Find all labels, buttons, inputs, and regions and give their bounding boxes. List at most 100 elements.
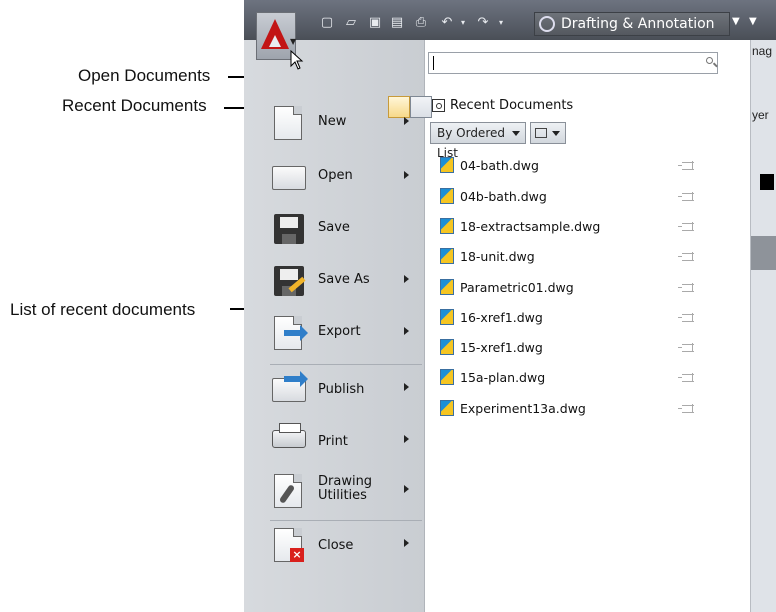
file-name: Parametric01.dwg bbox=[460, 280, 574, 295]
workspace-label: Drafting & Annotation bbox=[561, 16, 715, 32]
undo-dropdown-icon[interactable]: ▾ bbox=[456, 17, 470, 29]
callout-recent-documents: Recent Documents bbox=[62, 96, 207, 115]
callout-open-documents: Open Documents bbox=[78, 66, 211, 85]
redo-icon[interactable]: ↷ bbox=[476, 16, 490, 29]
menu-item-export[interactable]: Export bbox=[272, 314, 422, 360]
menu-item-label: Export bbox=[318, 324, 361, 339]
menu-item-label: Print bbox=[318, 434, 348, 449]
ribbon-tab-fragment: nag bbox=[752, 44, 773, 58]
file-name: 04-bath.dwg bbox=[460, 158, 539, 173]
recent-file-row[interactable]: Experiment13a.dwg bbox=[440, 399, 730, 423]
new-icon[interactable]: ▢ bbox=[320, 16, 334, 29]
dwg-file-icon bbox=[440, 188, 454, 204]
recent-documents-header: Recent Documents bbox=[450, 98, 574, 113]
open-folder-icon bbox=[272, 160, 306, 196]
recent-file-row[interactable]: 15-xref1.dwg bbox=[440, 338, 730, 362]
pin-icon[interactable] bbox=[678, 192, 694, 201]
print-icon[interactable]: ⎙ bbox=[414, 16, 428, 29]
save-as-icon[interactable]: ▤ bbox=[390, 16, 404, 29]
new-document-icon bbox=[272, 106, 306, 142]
pin-icon[interactable] bbox=[678, 343, 694, 352]
menu-item-publish[interactable]: Publish bbox=[272, 370, 422, 416]
menu-item-label: Drawing Utilities bbox=[318, 474, 373, 503]
submenu-arrow-icon bbox=[404, 435, 409, 443]
display-view-dropdown[interactable] bbox=[530, 122, 566, 144]
pin-icon[interactable] bbox=[678, 161, 694, 170]
menu-item-save[interactable]: Save bbox=[272, 210, 422, 256]
view-icon bbox=[535, 128, 547, 138]
file-name: 18-unit.dwg bbox=[460, 249, 535, 264]
dwg-file-icon bbox=[440, 157, 454, 173]
menu-item-print[interactable]: Print bbox=[272, 422, 422, 468]
menu-item-label: Close bbox=[318, 538, 354, 553]
printer-icon bbox=[272, 423, 306, 460]
recent-file-row[interactable]: 18-extractsample.dwg bbox=[440, 217, 730, 241]
customize-toolbar-icon[interactable]: ▼ bbox=[749, 16, 757, 27]
submenu-arrow-icon bbox=[404, 275, 409, 283]
logo-notch bbox=[269, 35, 281, 47]
recent-file-row[interactable]: 04-bath.dwg bbox=[440, 156, 730, 180]
recent-file-row[interactable]: 15a-plan.dwg bbox=[440, 368, 730, 392]
open-icon[interactable]: ▱ bbox=[344, 16, 358, 29]
dwg-file-icon bbox=[440, 339, 454, 355]
recent-file-row[interactable]: Parametric01.dwg bbox=[440, 278, 730, 302]
dwg-file-icon bbox=[440, 309, 454, 325]
dwg-file-icon bbox=[440, 369, 454, 385]
menu-item-drawing-utilities[interactable]: Drawing Utilities bbox=[272, 472, 422, 518]
submenu-arrow-icon bbox=[404, 485, 409, 493]
pin-icon[interactable] bbox=[678, 222, 694, 231]
menu-item-open[interactable]: Open bbox=[272, 158, 422, 204]
publish-icon bbox=[272, 371, 308, 408]
pin-icon[interactable] bbox=[678, 404, 694, 413]
search-input[interactable] bbox=[428, 52, 718, 74]
application-menu: New Open Save Save As Export Publish Pri… bbox=[244, 40, 751, 612]
ribbon-color-swatch bbox=[760, 174, 774, 190]
pin-icon[interactable] bbox=[678, 373, 694, 382]
search-icon[interactable] bbox=[706, 57, 713, 64]
close-document-icon: × bbox=[272, 528, 306, 564]
menu-separator bbox=[270, 364, 422, 365]
redo-dropdown-icon[interactable]: ▾ bbox=[494, 17, 508, 29]
quick-access-toolbar: ▢ ▱ ▣ ▤ ⎙ ↶ ▾ ↷ ▾ Drafting & Annotation … bbox=[244, 0, 776, 40]
menu-item-label: Publish bbox=[318, 382, 365, 397]
sort-order-value: By Ordered List bbox=[437, 126, 505, 160]
save-as-icon bbox=[272, 264, 306, 300]
save-floppy-icon bbox=[272, 212, 306, 248]
workspace-caret-icon[interactable]: ▼ bbox=[732, 16, 740, 27]
file-name: 04b-bath.dwg bbox=[460, 189, 547, 204]
submenu-arrow-icon bbox=[404, 171, 409, 179]
submenu-arrow-icon bbox=[404, 117, 409, 125]
autocad-window: ▢ ▱ ▣ ▤ ⎙ ↶ ▾ ↷ ▾ Drafting & Annotation … bbox=[244, 0, 776, 612]
submenu-arrow-icon bbox=[404, 327, 409, 335]
menu-item-new[interactable]: New bbox=[272, 104, 422, 150]
wrench-icon bbox=[272, 474, 306, 510]
menu-item-label: New bbox=[318, 114, 347, 129]
chevron-down-icon bbox=[552, 131, 560, 136]
workspace-dropdown[interactable]: Drafting & Annotation bbox=[534, 12, 730, 36]
menu-item-save-as[interactable]: Save As bbox=[272, 262, 422, 308]
menu-item-label: Save bbox=[318, 220, 350, 235]
mouse-pointer-icon bbox=[290, 50, 304, 70]
pin-icon[interactable] bbox=[678, 283, 694, 292]
pin-icon[interactable] bbox=[678, 313, 694, 322]
text-caret bbox=[433, 56, 434, 70]
sort-order-dropdown[interactable]: By Ordered List bbox=[430, 122, 526, 160]
menu-item-close[interactable]: × Close bbox=[272, 526, 422, 572]
export-icon bbox=[272, 316, 308, 352]
recent-file-row[interactable]: 18-unit.dwg bbox=[440, 247, 730, 271]
file-name: 15a-plan.dwg bbox=[460, 370, 546, 385]
dwg-file-icon bbox=[440, 279, 454, 295]
submenu-arrow-icon bbox=[404, 539, 409, 547]
menu-separator bbox=[270, 520, 422, 521]
chevron-down-icon bbox=[512, 131, 520, 136]
undo-icon[interactable]: ↶ bbox=[440, 16, 454, 29]
save-icon[interactable]: ▣ bbox=[368, 16, 382, 29]
dwg-file-icon bbox=[440, 248, 454, 264]
ribbon-layer-fragment: yer bbox=[752, 108, 769, 122]
menu-item-label: Save As bbox=[318, 272, 370, 287]
pin-icon[interactable] bbox=[678, 252, 694, 261]
recent-file-row[interactable]: 04b-bath.dwg bbox=[440, 187, 730, 211]
ribbon-panel bbox=[750, 236, 776, 270]
recent-file-row[interactable]: 16-xref1.dwg bbox=[440, 308, 730, 332]
menu-command-column: New Open Save Save As Export Publish Pri… bbox=[244, 40, 432, 612]
